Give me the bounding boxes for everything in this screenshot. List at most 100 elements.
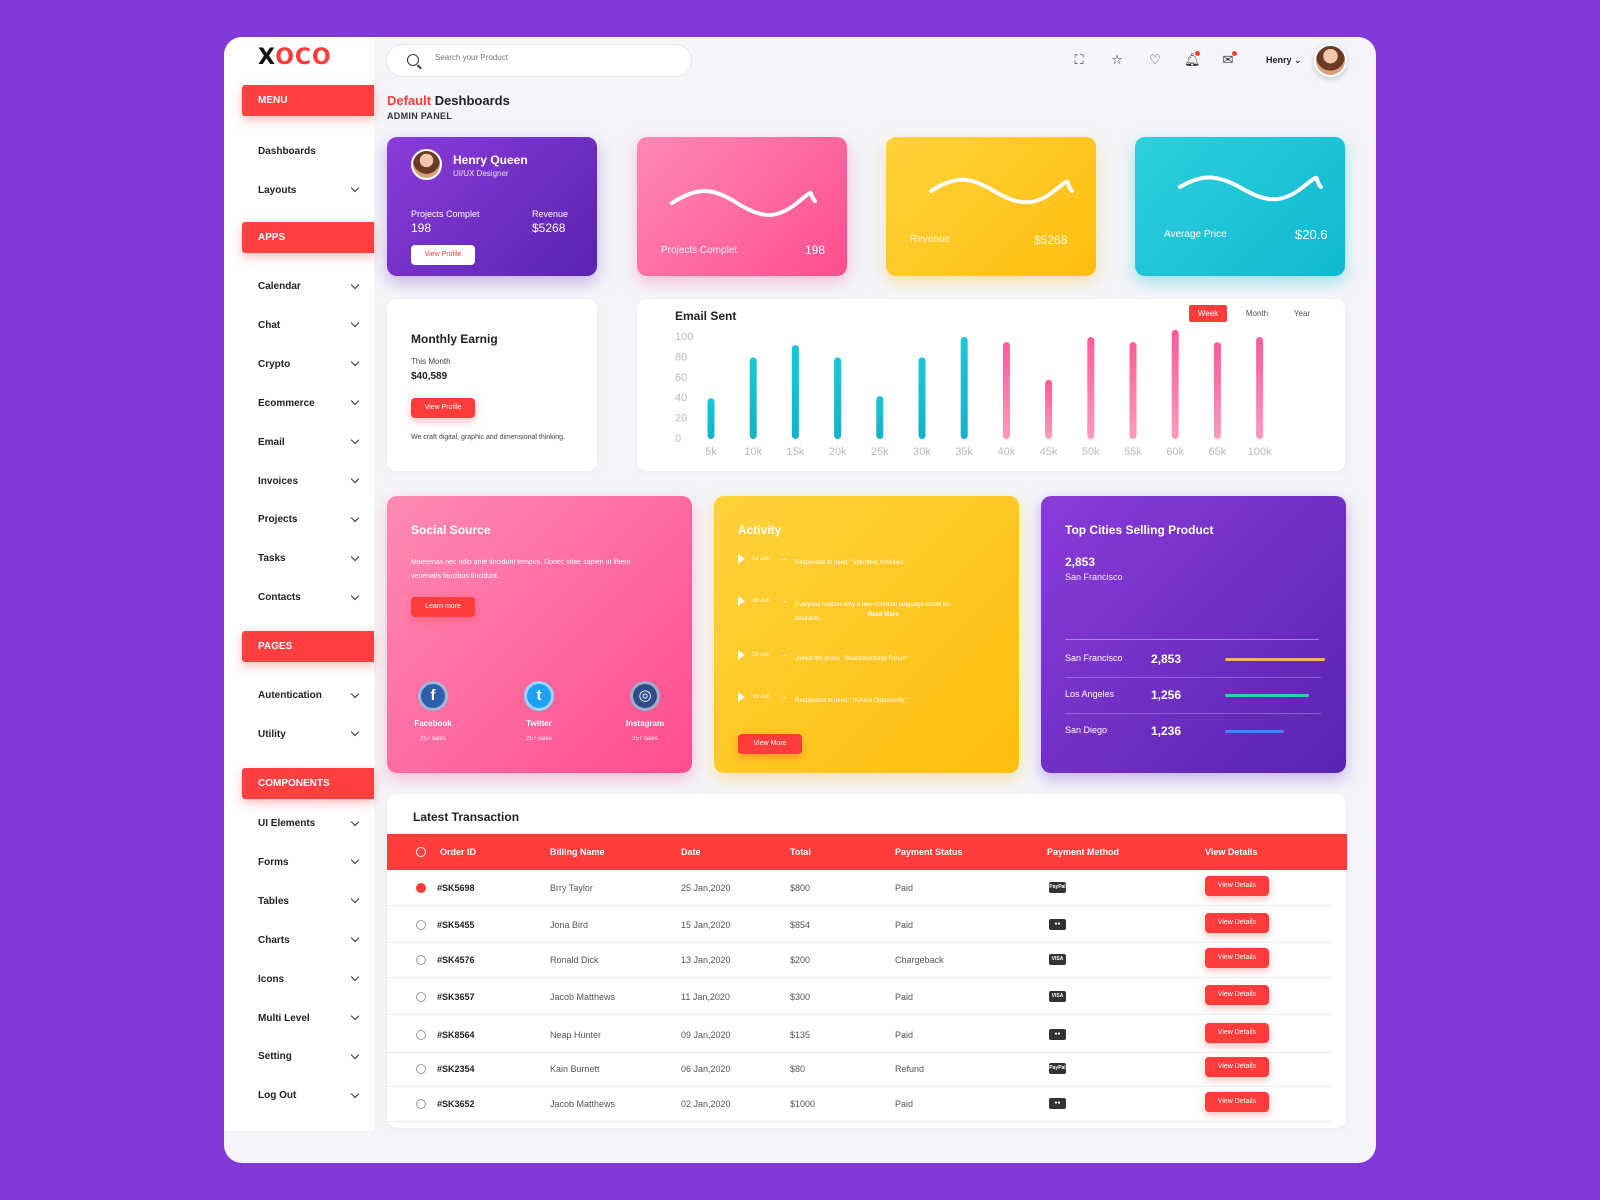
projects-value: 198 — [411, 221, 432, 235]
table-row[interactable]: #SK3652 Jacob Matthews 02 Jan,2020 $1000 Pai… — [387, 1086, 1332, 1122]
view-details-button[interactable]: View Details — [1205, 913, 1269, 933]
social-instagram[interactable]: ◎ Instagram 257 sales — [610, 681, 680, 742]
col-date[interactable]: Date — [681, 847, 701, 857]
heart-icon[interactable]: ♡ — [1148, 53, 1162, 67]
sidebar-item-multi-level[interactable]: Multi Level — [258, 1011, 360, 1024]
table-row[interactable]: #SK4576 Ronald Dick 13 Jan,2020 $200 Chargeb… — [387, 942, 1332, 978]
y-tick-label: 60 — [675, 372, 687, 384]
sidebar-item-log-out[interactable]: Log Out — [258, 1089, 360, 1101]
chart-bar[interactable] — [1002, 342, 1010, 439]
monthly-text: We craft digital, graphic and dimensiona… — [411, 434, 565, 441]
sidebar-item-utility[interactable]: Utility — [258, 728, 360, 740]
table-row[interactable]: #SK8564 Neap Hunter 09 Jan,2020 $135 Paid ●● V… — [387, 1017, 1332, 1053]
sidebar-item-calendar[interactable]: Calendar — [258, 280, 360, 292]
mail-icon[interactable]: ✉ — [1221, 51, 1237, 67]
cell-total: $1000 — [790, 1099, 816, 1109]
col-payment-method[interactable]: Payment Method — [1047, 847, 1119, 857]
chart-bar[interactable] — [791, 345, 799, 439]
cell-billing-name: Jona Bird — [550, 920, 589, 930]
chart-bar[interactable] — [876, 396, 884, 439]
chevron-down-icon — [350, 591, 360, 600]
x-tick-label: 50k — [1082, 446, 1100, 458]
sidebar-item-email[interactable]: Email — [258, 435, 360, 448]
col-total[interactable]: Total — [790, 847, 811, 857]
monthly-view-profile-button[interactable]: View Profile — [411, 398, 475, 418]
view-details-button[interactable]: View Details — [1205, 948, 1269, 968]
read-more-link[interactable]: Read More — [868, 612, 899, 618]
cell-order-id: #SK4576 — [437, 955, 475, 965]
x-tick-label: 30k — [913, 446, 931, 458]
row-select-radio[interactable] — [416, 1099, 426, 1109]
social-facebook[interactable]: f Facebook 257 sales — [398, 681, 468, 742]
view-profile-button[interactable]: View Profile — [411, 245, 475, 265]
sidebar-item-charts[interactable]: Charts — [258, 933, 360, 946]
profile-name: Henry Queen — [453, 153, 528, 167]
sidebar-item-chat[interactable]: Chat — [258, 319, 360, 331]
sidebar-item-crypto[interactable]: Crypto — [258, 358, 360, 370]
search-bar[interactable] — [386, 44, 692, 77]
col-view-details[interactable]: View Details — [1205, 847, 1257, 857]
chart-bar[interactable] — [834, 357, 842, 439]
bell-icon[interactable]: 🔔︎ — [1184, 51, 1201, 67]
view-details-button[interactable]: View Details — [1205, 1023, 1269, 1043]
view-details-button[interactable]: View Details — [1205, 1092, 1269, 1112]
chart-bar[interactable] — [707, 398, 715, 439]
sidebar-item-invoices[interactable]: Invoices — [258, 474, 360, 487]
sidebar-item-autentication[interactable]: Autentication — [258, 689, 360, 701]
sidebar-item-projects[interactable]: Projects — [258, 513, 360, 525]
chart-bar[interactable] — [1129, 342, 1137, 439]
row-select-radio[interactable] — [416, 1064, 426, 1074]
chart-bar[interactable] — [749, 357, 757, 439]
city-name: San Diego — [1065, 725, 1108, 735]
social-twitter[interactable]: t Twitter 257 sales — [504, 681, 574, 742]
view-details-button[interactable]: View Details — [1205, 1057, 1269, 1077]
table-row[interactable]: #SK3657 Jacob Matthews 11 Jan,2020 $300 Paid… — [387, 979, 1332, 1015]
view-details-button[interactable]: View Details — [1205, 876, 1269, 896]
table-row[interactable]: #SK5455 Jona Bird 15 Jan,2020 $854 Paid ●● Vie… — [387, 907, 1332, 943]
sidebar-item-tasks[interactable]: Tasks — [258, 552, 360, 564]
sidebar-item-setting[interactable]: Setting — [258, 1050, 360, 1062]
sidebar-item-ecommerce[interactable]: Ecommerce — [258, 396, 360, 409]
activity-title: Activity — [738, 523, 782, 537]
search-input[interactable] — [435, 53, 655, 62]
chart-bar[interactable] — [1171, 329, 1179, 439]
row-select-radio[interactable] — [416, 992, 426, 1002]
chart-bar[interactable] — [1087, 337, 1095, 439]
avatar[interactable] — [1314, 44, 1347, 77]
chart-bar[interactable] — [1213, 342, 1221, 439]
chevron-down-icon — [350, 552, 360, 562]
chart-bar[interactable] — [960, 337, 968, 439]
fullscreen-icon[interactable]: ⛶ — [1072, 53, 1086, 67]
chart-bar[interactable] — [1045, 379, 1053, 439]
mastercard-icon: ●● — [1049, 1029, 1066, 1040]
sidebar-item-ui-elements[interactable]: UI Elements — [258, 817, 360, 829]
col-order-id[interactable]: Order ID — [440, 847, 476, 857]
transactions-title: Latest Transaction — [413, 810, 520, 824]
sidebar-item-contacts[interactable]: Contacts — [258, 591, 360, 603]
view-details-button[interactable]: View Details — [1205, 985, 1269, 1005]
chart-bar[interactable] — [1256, 337, 1264, 439]
col-billing-name[interactable]: Billing Name — [550, 847, 605, 857]
x-tick-label: 15k — [787, 446, 805, 458]
col-payment-status[interactable]: Payment Status — [895, 847, 963, 857]
chart-bar[interactable] — [918, 357, 926, 439]
row-select-radio[interactable] — [416, 883, 426, 893]
select-all-radio[interactable] — [416, 847, 426, 857]
sidebar-item-layouts[interactable]: Layouts — [258, 184, 360, 196]
sidebar-item-tables[interactable]: Tables — [258, 895, 360, 907]
row-select-radio[interactable] — [416, 920, 426, 930]
sidebar-item-icons[interactable]: Icons — [258, 972, 360, 985]
table-row[interactable]: #SK5698 Brry Taylor 25 Jan,2020 $800 Paid Pay… — [387, 870, 1332, 906]
x-tick-label: 65k — [1209, 446, 1227, 458]
star-icon[interactable]: ☆ — [1110, 53, 1124, 67]
view-more-button[interactable]: View More — [738, 734, 802, 754]
learn-more-button[interactable]: Learn more — [411, 597, 475, 617]
sidebar-item-forms[interactable]: Forms — [258, 856, 360, 868]
cell-billing-name: Jacob Matthews — [550, 992, 616, 1002]
row-select-radio[interactable] — [416, 1030, 426, 1040]
sidebar-item-dashboards[interactable]: Dashboards — [258, 146, 358, 157]
user-menu[interactable]: Henry ⌄ — [1266, 55, 1302, 66]
row-select-radio[interactable] — [416, 955, 426, 965]
logo[interactable]: XOCO — [258, 45, 332, 70]
table-row[interactable]: #SK2354 Kain Burnett 06 Jan,2020 $80 Refund P… — [387, 1051, 1332, 1087]
